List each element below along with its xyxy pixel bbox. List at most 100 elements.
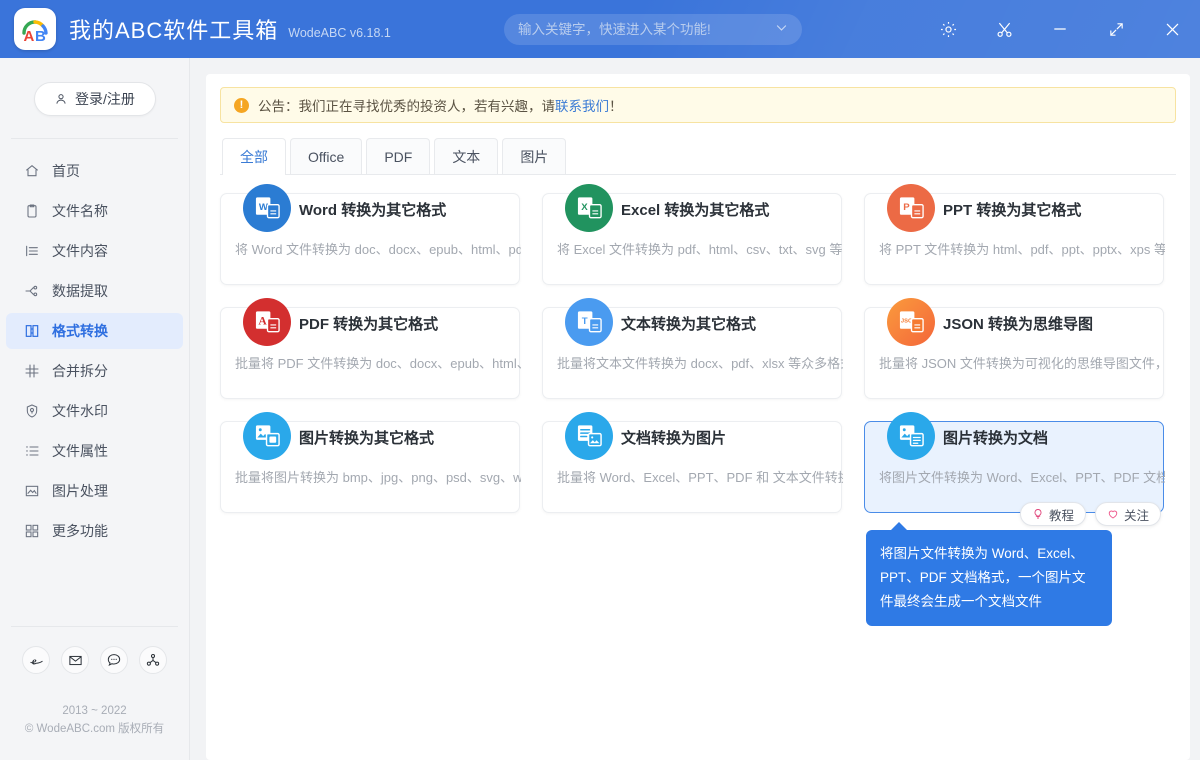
login-register-button[interactable]: 登录/注册 [33,82,156,116]
feature-card-text-convert[interactable]: T 文本转换为其它格式 批量将文本文件转换为 docx、pdf、xlsx 等众多… [542,298,843,399]
sidebar-item-label: 文件内容 [52,243,108,259]
home-icon [23,163,40,180]
file-name-icon [23,203,40,220]
word-convert-icon: W [243,184,291,232]
svg-text:A: A [258,314,267,327]
announcement-text-after: ！ [609,99,623,114]
login-register-label: 登录/注册 [75,91,135,107]
title-bar: A B 我的ABC软件工具箱 WodeABC v6.18.1 [0,0,1200,58]
feature-card-excel-convert[interactable]: X Excel 转换为其它格式 将 Excel 文件转换为 pdf、html、c… [542,184,843,285]
text-convert-icon: T [565,298,613,346]
sidebar-item-label: 合并拆分 [52,363,108,379]
tab-office[interactable]: Office [290,138,363,174]
settings-gear-icon[interactable] [920,0,976,58]
feature-card-doc-to-image[interactable]: 文档转换为图片 批量将 Word、Excel、PPT、PDF 和 文本文件转换为 [542,412,843,513]
svg-text:X: X [581,201,588,212]
maximize-icon[interactable] [1088,0,1144,58]
sidebar-item-label: 文件名称 [52,203,108,219]
tab-text[interactable]: 文本 [434,138,499,174]
ppt-convert-icon: P [887,184,935,232]
user-icon [56,94,66,104]
sidebar-item-merge-split[interactable]: 合并拆分 [6,353,183,389]
app-logo: A B [14,8,56,50]
feature-card-ppt-convert[interactable]: P PPT 转换为其它格式 将 PPT 文件转换为 html、pdf、ppt、p… [864,184,1165,285]
category-tabs: 全部 Office PDF 文本 图片 [220,138,1176,175]
tooltip-arrow [890,522,908,531]
search-input[interactable] [504,22,775,37]
sidebar-item-label: 文件属性 [52,443,108,459]
feature-card-desc: 批量将图片转换为 bmp、jpg、png、psd、svg、w [235,470,521,485]
minimize-icon[interactable] [1032,0,1088,58]
image-convert-icon [243,412,291,460]
sidebar-item-label: 格式转换 [52,323,108,339]
sidebar-item-file-property[interactable]: 文件属性 [6,433,183,469]
sidebar-item-label: 首页 [52,163,80,179]
svg-text:B: B [35,28,46,45]
sidebar-item-label: 文件水印 [52,403,108,419]
browser-icon[interactable]: e [22,646,50,674]
chat-icon[interactable] [100,646,128,674]
sidebar-item-home[interactable]: 首页 [6,153,183,189]
feature-tooltip: 将图片文件转换为 Word、Excel、PPT、PDF 文档格式，一个图片文件最… [866,522,1112,626]
sidebar-item-data-extract[interactable]: 数据提取 [6,273,183,309]
feature-card-pdf-convert[interactable]: A PDF 转换为其它格式 批量将 PDF 文件转换为 doc、docx、epu… [220,298,521,399]
feature-card-image-to-doc[interactable]: 图片转换为文档 将图片文件转换为 Word、Excel、PPT、PDF 文档格 … [864,412,1165,526]
feature-card-word-convert[interactable]: W Word 转换为其它格式 将 Word 文件转换为 doc、docx、epu… [220,184,521,285]
feature-card-desc: 将图片文件转换为 Word、Excel、PPT、PDF 文档格 [879,470,1165,485]
chevron-down-icon[interactable] [775,21,788,39]
announcement-bar: ! 公告：我们正在寻找优秀的投资人，若有兴趣，请联系我们！ [220,87,1176,123]
doc-to-image-icon [565,412,613,460]
feature-card-desc: 批量将 PDF 文件转换为 doc、docx、epub、html、 [235,356,521,371]
feature-card-title: 图片转换为文档 [943,430,1049,447]
tab-image[interactable]: 图片 [502,138,567,174]
feature-card-desc: 将 Excel 文件转换为 pdf、html、csv、txt、svg 等众 [557,242,843,257]
file-property-icon [23,443,40,460]
feature-card-desc: 批量将 JSON 文件转换为可视化的思维导图文件，在 [879,356,1165,371]
mail-icon[interactable] [61,646,89,674]
search-box[interactable] [504,14,802,45]
app-version: WodeABC v6.18.1 [288,25,391,40]
svg-text:e: e [31,656,36,667]
feature-card-title: Excel 转换为其它格式 [621,202,770,219]
feature-card-json-convert[interactable]: JSON JSON 转换为思维导图 批量将 JSON 文件转换为可视化的思维导图… [864,298,1165,399]
tab-pdf[interactable]: PDF [366,138,431,174]
sidebar-nav: 首页 文件名称 文件内容 数据提取 格式转换 合并拆分 文件水印 文件属性 图片… [0,149,189,553]
image-process-icon [23,483,40,500]
tab-all[interactable]: 全部 [222,138,286,175]
follow-button[interactable]: 关注 [1094,502,1161,526]
feature-card-image-convert[interactable]: 图片转换为其它格式 批量将图片转换为 bmp、jpg、png、psd、svg、w [220,412,521,513]
sidebar-item-file-name[interactable]: 文件名称 [6,193,183,229]
feature-card-grid: W Word 转换为其它格式 将 Word 文件转换为 doc、docx、epu… [220,184,1176,526]
svg-text:T: T [581,315,587,326]
tutorial-label: 教程 [1048,508,1074,523]
feature-card-desc: 将 PPT 文件转换为 html、pdf、ppt、pptx、xps 等众 [879,242,1165,257]
json-convert-icon: JSON [887,298,935,346]
svg-text:P: P [903,201,910,212]
sidebar-item-more-features[interactable]: 更多功能 [6,513,183,549]
more-features-icon [23,523,40,540]
feature-card-title: Word 转换为其它格式 [299,202,447,219]
sidebar-item-format-convert[interactable]: 格式转换 [6,313,183,349]
sidebar-item-image-process[interactable]: 图片处理 [6,473,183,509]
card-action-buttons: 教程 关注 [1019,502,1161,526]
merge-split-icon [23,363,40,380]
announcement-text: 公告：我们正在寻找优秀的投资人，若有兴趣，请联系我们！ [258,95,623,115]
follow-label: 关注 [1123,508,1149,523]
scissors-icon[interactable] [976,0,1032,58]
svg-text:A: A [24,28,35,45]
announcement-text-before: 公告：我们正在寻找优秀的投资人，若有兴趣，请 [258,99,555,114]
copyright-years: 2013 ~ 2022 [62,705,127,717]
tutorial-button[interactable]: 教程 [1019,502,1086,526]
heart-icon [1108,510,1118,519]
format-convert-icon [23,323,40,340]
image-to-doc-icon [887,412,935,460]
contact-us-link[interactable]: 联系我们 [555,99,609,114]
sidebar-item-watermark[interactable]: 文件水印 [6,393,183,429]
sidebar-item-label: 更多功能 [52,523,108,539]
excel-convert-icon: X [565,184,613,232]
share-icon[interactable] [139,646,167,674]
sidebar-item-file-content[interactable]: 文件内容 [6,233,183,269]
feature-card-title: PPT 转换为其它格式 [943,202,1082,219]
close-icon[interactable] [1144,0,1200,58]
